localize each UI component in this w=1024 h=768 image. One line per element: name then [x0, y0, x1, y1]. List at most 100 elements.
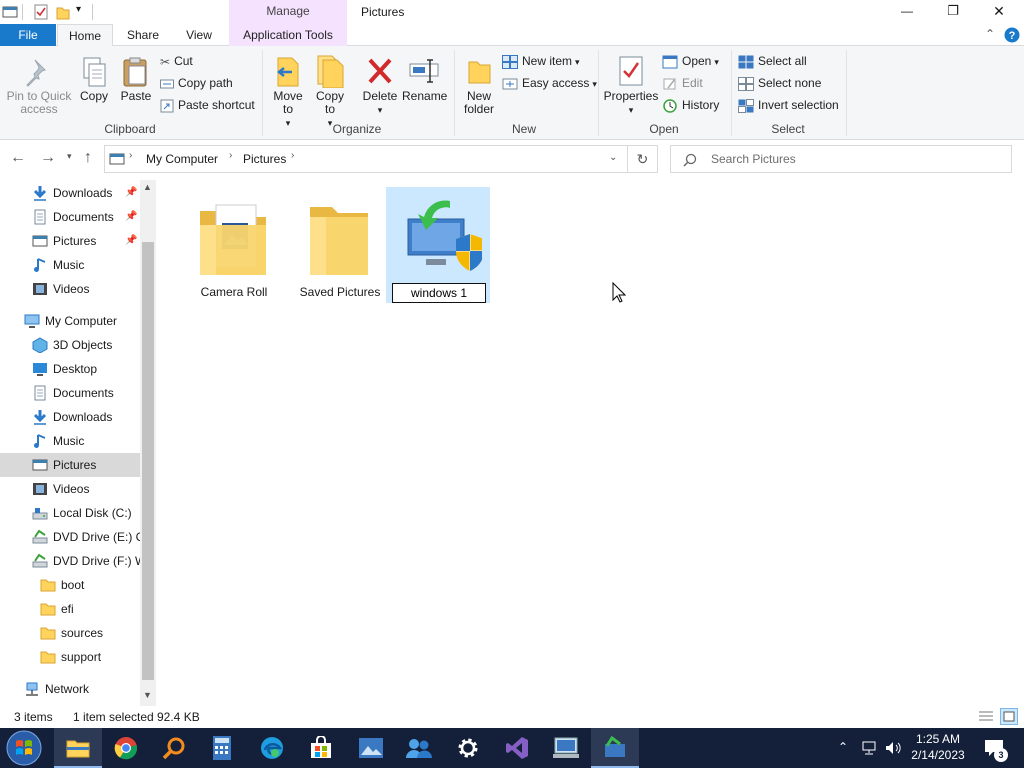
clock[interactable]: 1:25 AM 2/14/2023 — [906, 731, 970, 763]
scroll-down-icon[interactable]: ▼ — [143, 690, 152, 700]
address-bar[interactable]: › My Computer › Pictures › ⌄ — [104, 145, 628, 173]
sidebar-item-pictures[interactable]: Pictures — [0, 453, 140, 477]
up-arrow-icon[interactable]: ↑ — [84, 149, 92, 167]
delete-button[interactable]: Delete ▾ — [360, 54, 400, 117]
rename-input[interactable] — [392, 283, 486, 303]
sidebar-item-network[interactable]: Network — [0, 677, 140, 701]
tab-share[interactable]: Share — [118, 24, 168, 46]
history-button[interactable]: History — [662, 95, 719, 115]
scrollbar-thumb[interactable] — [142, 242, 154, 680]
sidebar-item-local-disk[interactable]: Local Disk (C:) — [0, 501, 140, 525]
taskbar-remote-app[interactable] — [542, 728, 590, 768]
taskbar-file-explorer[interactable] — [54, 728, 102, 768]
taskbar-settings[interactable] — [444, 728, 492, 768]
sidebar-item-my-computer[interactable]: My Computer — [0, 309, 140, 333]
details-view-icon[interactable] — [978, 709, 994, 723]
properties-button[interactable]: Properties ▾ — [602, 54, 660, 117]
start-button[interactable] — [0, 728, 52, 768]
pin-icon[interactable]: 📌 — [125, 205, 137, 229]
breadcrumb-pictures[interactable]: Pictures — [243, 152, 286, 166]
copy-to-button[interactable]: Copy to ▾ — [310, 54, 350, 130]
easy-access-button[interactable]: Easy access ▾ — [502, 73, 597, 93]
taskbar-photos[interactable] — [346, 728, 394, 768]
select-none-button[interactable]: Select none — [738, 73, 821, 93]
file-item-saved-pictures[interactable]: Saved Pictures — [288, 187, 392, 303]
cut-button[interactable]: ✂ Cut — [160, 51, 193, 71]
network-tray-icon[interactable] — [862, 741, 880, 755]
sidebar-item-music[interactable]: Music — [0, 429, 140, 453]
breadcrumb-separator-icon[interactable]: › — [129, 150, 132, 161]
sidebar-item-support[interactable]: support — [0, 645, 140, 669]
sidebar-item-documents[interactable]: Documents — [0, 381, 140, 405]
sidebar-item-sources[interactable]: sources — [0, 621, 140, 645]
tab-home[interactable]: Home — [57, 24, 113, 47]
sidebar-item-desktop[interactable]: Desktop — [0, 357, 140, 381]
paste-shortcut-button[interactable]: Paste shortcut — [160, 95, 255, 115]
sidebar-item-dvd-f[interactable]: DVD Drive (F:) W — [0, 549, 140, 573]
paste-button[interactable]: Paste — [116, 56, 156, 103]
sidebar-item-music-quick[interactable]: Music — [0, 253, 140, 277]
taskbar-visual-studio[interactable] — [493, 728, 541, 768]
file-item-windows-app[interactable] — [386, 187, 490, 303]
tab-view[interactable]: View — [176, 24, 222, 46]
taskbar-store[interactable] — [297, 728, 345, 768]
select-all-button[interactable]: Select all — [738, 51, 807, 71]
sidebar-item-downloads[interactable]: Downloads — [0, 405, 140, 429]
sidebar-item-efi[interactable]: efi — [0, 597, 140, 621]
new-item-button[interactable]: New item ▾ — [502, 51, 580, 71]
sidebar-item-boot[interactable]: boot — [0, 573, 140, 597]
back-arrow-icon[interactable]: ← — [10, 149, 26, 167]
refresh-button[interactable]: ↻ — [628, 145, 658, 173]
sidebar-item-3d-objects[interactable]: 3D Objects — [0, 333, 140, 357]
copy-label: Copy — [79, 89, 108, 103]
new-folder-button[interactable]: New folder — [460, 54, 498, 116]
recent-locations-icon[interactable]: ▾ — [67, 151, 72, 162]
edit-button[interactable]: Edit — [662, 73, 703, 93]
qat-dropdown-icon[interactable]: ▾ — [76, 4, 81, 15]
invert-selection-button[interactable]: Invert selection — [738, 95, 839, 115]
search-box[interactable]: Search Pictures — [670, 145, 1012, 173]
sidebar-item-videos[interactable]: Videos — [0, 477, 140, 501]
properties-qat-icon[interactable] — [34, 4, 48, 20]
explorer-window-icon[interactable] — [2, 5, 18, 19]
breadcrumb-separator-icon[interactable]: › — [291, 150, 294, 161]
rename-button[interactable]: Rename — [402, 54, 447, 103]
sidebar-item-pictures-quick[interactable]: Pictures 📌 — [0, 229, 140, 253]
taskbar-people[interactable] — [395, 728, 443, 768]
minimize-ribbon-icon[interactable]: ⌃ — [985, 27, 995, 41]
forward-arrow-icon[interactable]: → — [40, 149, 56, 167]
tab-file[interactable]: File — [0, 24, 56, 46]
scroll-up-icon[interactable]: ▲ — [143, 182, 152, 192]
address-dropdown-icon[interactable]: ⌄ — [609, 152, 617, 163]
taskbar-search-app[interactable] — [150, 728, 198, 768]
taskbar-chrome[interactable] — [102, 728, 150, 768]
pin-icon[interactable]: 📌 — [125, 229, 137, 253]
taskbar-edge[interactable] — [248, 728, 296, 768]
sidebar-scrollbar[interactable]: ▲ ▼ — [140, 180, 156, 706]
open-button[interactable]: Open ▾ — [662, 51, 719, 71]
copy-path-button[interactable]: Copy path — [160, 73, 233, 93]
copy-button[interactable]: Copy — [76, 56, 112, 103]
close-button[interactable]: ✕ — [976, 0, 1022, 24]
tab-application-tools[interactable]: Application Tools — [229, 24, 347, 46]
new-folder-qat-icon[interactable] — [56, 4, 70, 20]
sidebar-item-videos-quick[interactable]: Videos — [0, 277, 140, 301]
show-hidden-icons-icon[interactable]: ⌃ — [838, 740, 848, 754]
action-center-button[interactable]: 3 — [978, 728, 1022, 768]
pin-icon[interactable]: 📌 — [125, 181, 137, 205]
breadcrumb-my-computer[interactable]: My Computer — [146, 152, 218, 166]
volume-icon[interactable] — [884, 741, 902, 755]
file-item-camera-roll[interactable]: Camera Roll — [182, 187, 286, 303]
help-icon[interactable]: ? — [1004, 27, 1020, 43]
move-to-button[interactable]: Move to ▾ — [268, 54, 308, 130]
sidebar-item-dvd-e[interactable]: DVD Drive (E:) CC — [0, 525, 140, 549]
sidebar-item-documents-quick[interactable]: Documents 📌 — [0, 205, 140, 229]
large-icons-view-icon[interactable] — [1000, 708, 1018, 725]
taskbar-active-app[interactable] — [591, 728, 639, 768]
pin-to-quick-access-button[interactable]: Pin to Quick access — [4, 56, 74, 116]
taskbar-calculator[interactable] — [198, 728, 246, 768]
breadcrumb-separator-icon[interactable]: › — [229, 150, 232, 161]
minimize-button[interactable]: — — [884, 0, 930, 24]
sidebar-item-downloads-quick[interactable]: Downloads 📌 — [0, 181, 140, 205]
restore-button[interactable]: ❐ — [930, 0, 976, 24]
